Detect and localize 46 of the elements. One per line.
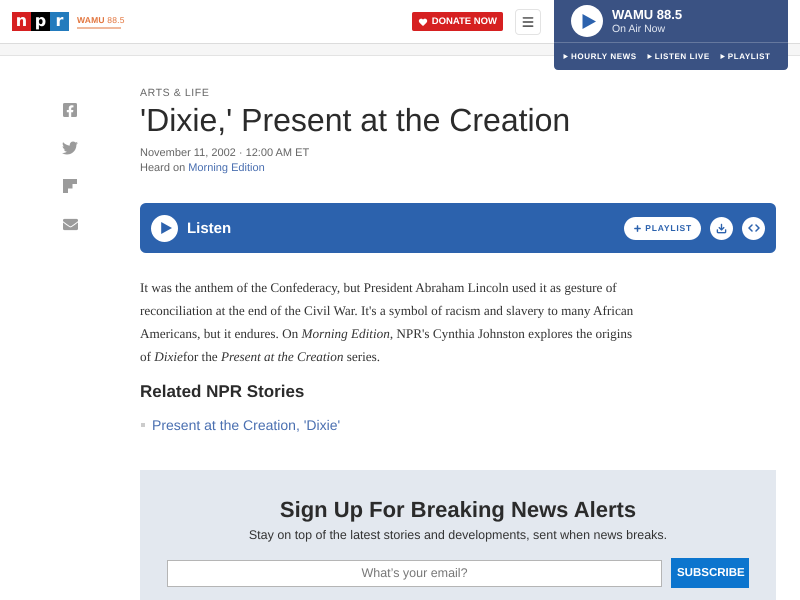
related-story-link[interactable]: Present at the Creation, 'Dixie' [152,417,340,433]
logo-tile: r [50,12,69,31]
listen-label: Listen [187,220,232,236]
player-link[interactable]: PLAYLIST [720,52,771,61]
section-label[interactable]: ARTS & LIFE [140,87,210,100]
email-icon[interactable] [62,216,78,232]
logo-tile: n [12,12,31,31]
related-heading: Related NPR Stories [140,381,306,403]
code-icon [748,222,760,234]
download-icon [716,222,727,234]
player-link[interactable]: HOURLY NEWS [563,52,637,61]
caret-icon [563,54,568,59]
heard-on-label: Heard on [140,161,186,176]
article-body: It was the anthem of the Confederacy, but President Abraham Lincoln used it as gesture of reconciliation at the end of the Civil War. It's a symbol of racism and slavery to many African Americans, but it endures. On Morning Edition, NPR's Cynthia Johnston explores the origins of Dixiefor the Present at the Creation series. [140,279,634,366]
logo-tile: p [31,12,50,31]
play-button[interactable] [151,214,178,242]
heart-icon [418,16,428,26]
bullet-icon [141,423,145,427]
menu-icon [521,14,535,28]
article-title: 'Dixie,' Present at the Creation [140,103,572,137]
plus-icon [633,224,642,232]
twitter-icon[interactable] [62,140,78,156]
email-field[interactable]: What’s your email? [167,560,662,586]
logo-tagline-drawing [77,26,121,28]
caret-icon [720,54,725,59]
station-name: WAMU 88.5 [612,6,682,22]
program-link[interactable]: Morning Edition [188,161,265,176]
play-icon [160,222,172,234]
donate-button[interactable]: DONATE NOW [412,12,503,31]
npr-logo[interactable]: n p r [12,12,69,31]
play-icon [581,14,596,28]
play-button[interactable] [571,5,603,37]
flipboard-icon[interactable] [62,178,78,194]
newsletter-heading: Sign Up For Breaking News Alerts [280,496,636,524]
caret-icon [646,54,652,59]
station-logo-text[interactable]: WAMU 88.5 [77,14,125,24]
newsletter-description: Stay on top of the latest stories and developments, sent when news breaks. [248,527,668,543]
download-button[interactable] [710,216,733,240]
player-link[interactable]: LISTEN LIVE [646,52,710,61]
article-date: November 11, 2002 · 12:00 AM ET [140,146,310,161]
menu-button[interactable] [515,8,541,34]
embed-button[interactable] [742,216,765,240]
add-to-playlist-button[interactable]: PLAYLIST [624,216,701,240]
on-air-status: On Air Now [612,22,666,36]
facebook-icon[interactable] [62,102,78,118]
subscribe-button[interactable]: SUBSCRIBE [671,558,749,588]
